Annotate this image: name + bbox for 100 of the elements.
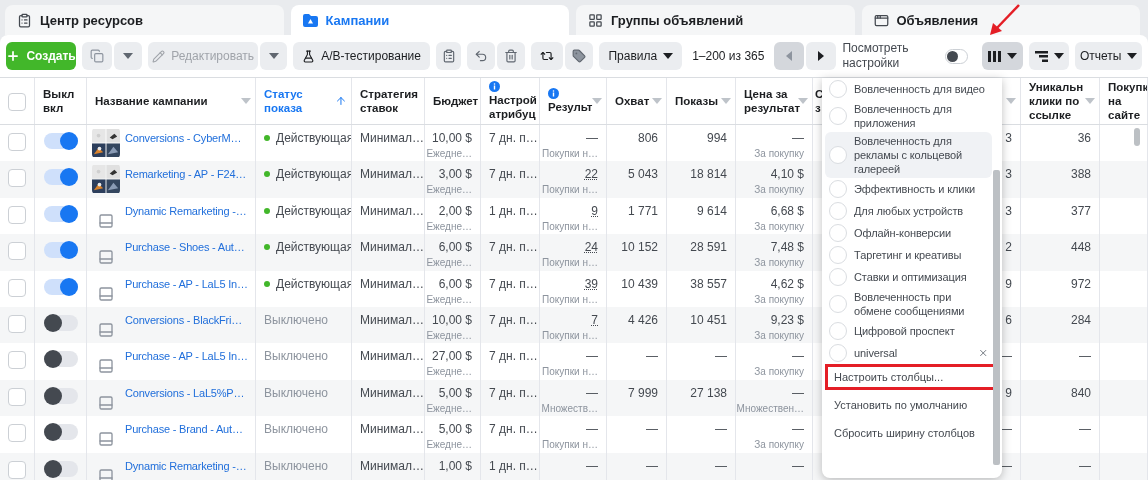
toggle-switch[interactable] <box>43 169 78 186</box>
column-header[interactable]: Результ <box>540 78 607 124</box>
menu-item[interactable]: universal <box>825 342 992 364</box>
next-button[interactable] <box>806 42 837 70</box>
dropdown-button[interactable] <box>260 42 288 70</box>
clipboard-button[interactable] <box>436 42 462 70</box>
campaign-link[interactable]: Conversions - CyberM… <box>125 131 242 162</box>
column-header[interactable]: Название кампании <box>87 78 256 124</box>
breakdown-button[interactable] <box>1029 42 1070 70</box>
campaign-link[interactable]: Remarketing - AP - F24… <box>125 167 247 198</box>
scrollbar-thumb[interactable] <box>993 170 1000 465</box>
tab[interactable]: Центр ресурсов <box>5 5 284 35</box>
campaign-link[interactable]: Dynamic Remarketing -… <box>125 458 247 480</box>
column-header[interactable]: Показы <box>667 78 736 124</box>
radio-button[interactable] <box>829 322 847 340</box>
radio-button[interactable] <box>829 202 847 220</box>
menu-item[interactable]: Ставки и оптимизация <box>825 266 992 288</box>
checkbox[interactable] <box>8 242 26 261</box>
checkbox[interactable] <box>8 278 26 297</box>
toggle-switch[interactable] <box>43 314 78 331</box>
radio-button[interactable] <box>829 80 847 98</box>
campaign-link[interactable]: Purchase - Shoes - Aut… <box>125 240 245 271</box>
radio-button[interactable] <box>829 107 847 125</box>
column-header[interactable]: Уникальн клики по ссылке <box>1021 78 1100 124</box>
info-icon <box>548 88 559 99</box>
radio-button[interactable] <box>829 295 847 313</box>
radio-button[interactable] <box>829 246 847 264</box>
radio-button[interactable] <box>829 344 847 362</box>
checkbox[interactable] <box>8 351 26 370</box>
toggle-switch[interactable] <box>43 351 78 368</box>
column-header[interactable]: Бюджет <box>425 78 481 124</box>
radio-button[interactable] <box>829 268 847 286</box>
menu-item[interactable]: Эффективность и клики <box>825 178 992 200</box>
checkbox[interactable] <box>8 387 26 406</box>
tab[interactable]: Объявления <box>861 5 1140 35</box>
toggle-switch[interactable] <box>43 460 78 477</box>
table-cell-text: 3 <box>1005 167 1012 182</box>
reports-button[interactable]: Отчеты <box>1075 42 1142 70</box>
radio-button[interactable] <box>829 180 847 198</box>
toggle-switch[interactable] <box>43 387 78 404</box>
menu-item[interactable]: Вовлеченность при обмене сообщениями <box>825 288 992 320</box>
campaign-link[interactable]: Purchase - AP - LaL5 In… <box>125 349 248 380</box>
tab[interactable]: Кампании <box>290 5 569 35</box>
rules-button[interactable]: Правила <box>599 42 683 70</box>
column-header[interactable]: Статус показа <box>256 78 352 124</box>
impressions-text: 994 <box>706 131 727 145</box>
menu-item[interactable]: Вовлеченность для рекламы с кольцевой галереей <box>825 132 992 178</box>
results-text: 7 <box>591 312 598 327</box>
ab-test-button[interactable]: A/B-тестирование <box>293 42 430 70</box>
campaign-link[interactable]: Conversions - LaL5%P… <box>125 385 245 417</box>
cost-text: — <box>792 349 804 364</box>
budget-note: Ежедне… <box>426 366 472 378</box>
budget-text: 1,00 $ <box>438 458 472 473</box>
scrollbar-thumb[interactable] <box>1134 128 1140 146</box>
campaign-link[interactable]: Purchase - Brand - Aut… <box>125 422 243 453</box>
delete-button[interactable] <box>497 42 526 70</box>
checkbox[interactable] <box>8 93 26 111</box>
column-header[interactable]: Стратегия ставок <box>352 78 425 124</box>
menu-item[interactable]: Офлайн-конверсии <box>825 222 992 244</box>
column-header[interactable]: Охват <box>607 78 667 124</box>
campaign-link[interactable]: Purchase - AP - LaL5 In… <box>125 276 248 307</box>
menu-item[interactable]: Таргетинг и креативы <box>825 244 992 266</box>
checkbox[interactable] <box>8 314 26 333</box>
toggle-switch[interactable] <box>43 205 78 222</box>
checkbox[interactable] <box>8 460 26 479</box>
toggle-switch[interactable] <box>43 424 78 441</box>
column-header[interactable]: Выкл вкл <box>35 78 87 124</box>
caret-icon <box>652 98 662 104</box>
menu-item[interactable]: Вовлеченность для приложения <box>825 100 992 132</box>
columns-button[interactable] <box>981 42 1024 70</box>
checkbox[interactable] <box>8 205 26 224</box>
menu-action[interactable]: Настроить столбцы... <box>825 364 996 390</box>
radio-button[interactable] <box>829 146 847 164</box>
duplicate-button[interactable] <box>82 42 113 70</box>
close-icon[interactable] <box>977 347 988 359</box>
radio-button[interactable] <box>829 224 847 242</box>
checkbox[interactable] <box>8 169 26 188</box>
tab[interactable]: Группы объявлений <box>576 5 855 35</box>
undo-button[interactable] <box>467 42 496 70</box>
checkbox[interactable] <box>8 424 26 443</box>
impressions-text: — <box>715 458 727 473</box>
cost-note: За покупку <box>754 293 804 305</box>
swap-button[interactable] <box>531 42 564 70</box>
campaign-link[interactable]: Dynamic Remarketing -… <box>125 203 247 235</box>
dropdown-button[interactable] <box>114 42 143 70</box>
menu-item[interactable]: Вовлеченность для видео <box>825 78 992 100</box>
column-header[interactable]: Цена за результат <box>736 78 813 124</box>
attribution-text: 7 дн. п… <box>489 385 538 400</box>
toggle-switch[interactable] <box>944 48 968 64</box>
campaign-link[interactable]: Conversions - BlackFri… <box>125 312 243 344</box>
toggle-switch[interactable] <box>43 242 78 259</box>
menu-item[interactable]: Для любых устройств <box>825 200 992 222</box>
checkbox[interactable] <box>8 133 26 151</box>
toggle-switch[interactable] <box>43 278 78 295</box>
tag-button[interactable] <box>565 42 594 70</box>
reach-text: 5 043 <box>627 167 658 182</box>
toggle-switch[interactable] <box>43 133 78 149</box>
column-header[interactable]: Настрой атрибуц <box>481 78 540 124</box>
clipboard-icon <box>441 49 456 63</box>
menu-item[interactable]: Цифровой проспект <box>825 320 992 342</box>
